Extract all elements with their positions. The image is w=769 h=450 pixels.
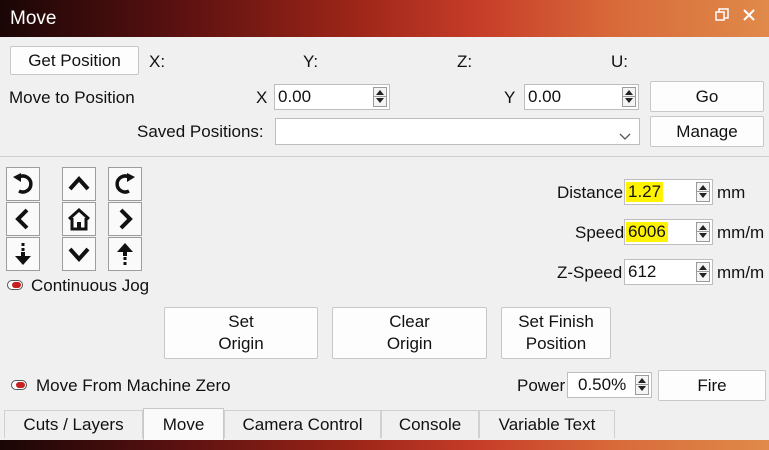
speed-value: 6006: [626, 222, 668, 242]
window-title: Move: [10, 8, 57, 29]
jog-home-button[interactable]: [62, 202, 96, 236]
set-finish-label-line2: Position: [525, 334, 587, 353]
distance-stepper[interactable]: [696, 182, 710, 202]
power-spinbox[interactable]: 0.50%: [567, 372, 652, 398]
go-button[interactable]: Go: [650, 81, 764, 112]
y-readout-label: Y:: [303, 52, 319, 71]
fire-button[interactable]: Fire: [658, 370, 766, 401]
speed-stepper[interactable]: [696, 222, 710, 242]
close-icon[interactable]: [739, 8, 759, 28]
set-origin-label-line1: Set: [228, 312, 254, 331]
move-y-value: 0.00: [528, 87, 562, 106]
move-to-position-label: Move to Position: [9, 88, 135, 107]
x-readout-label: X:: [149, 52, 166, 71]
set-finish-position-button[interactable]: Set Finish Position: [501, 307, 611, 359]
tab-move[interactable]: Move: [143, 408, 224, 440]
jog-right-button[interactable]: [108, 202, 142, 236]
manage-button[interactable]: Manage: [650, 116, 764, 147]
set-finish-label-line1: Set Finish: [518, 312, 594, 331]
get-position-button[interactable]: Get Position: [10, 46, 139, 75]
move-x-value: 0.00: [278, 87, 312, 106]
z-speed-label: Z-Speed: [557, 263, 623, 282]
z-speed-spinbox[interactable]: 612: [624, 259, 713, 285]
clear-origin-label-line1: Clear: [389, 312, 430, 331]
restore-icon[interactable]: [712, 8, 732, 28]
power-stepper[interactable]: [635, 375, 649, 395]
move-y-stepper[interactable]: [622, 87, 636, 107]
bottom-tab-bar: Cuts / Layers Move Camera Control Consol…: [0, 408, 769, 440]
speed-spinbox[interactable]: 6006: [624, 219, 713, 245]
u-readout-label: U:: [611, 52, 628, 71]
section-divider: [0, 156, 769, 157]
tab-console[interactable]: Console: [381, 410, 479, 438]
speed-label: Speed: [575, 223, 625, 242]
z-speed-stepper[interactable]: [696, 262, 710, 282]
z-readout-label: Z:: [457, 52, 473, 71]
set-origin-label-line2: Origin: [218, 334, 264, 353]
chevron-down-icon: [619, 126, 631, 146]
z-speed-unit: mm/m: [717, 263, 765, 282]
saved-positions-label: Saved Positions:: [137, 122, 264, 141]
z-up-button[interactable]: [108, 237, 142, 271]
clear-origin-button[interactable]: Clear Origin: [332, 307, 487, 359]
rotate-ccw-button[interactable]: [6, 167, 40, 201]
z-down-button[interactable]: [6, 237, 40, 271]
saved-positions-dropdown[interactable]: [275, 118, 640, 145]
continuous-jog-toggle[interactable]: [7, 280, 23, 290]
move-x-stepper[interactable]: [373, 87, 387, 107]
move-y-label: Y: [504, 88, 516, 107]
distance-label: Distance: [557, 183, 624, 202]
power-value: 0.50%: [578, 375, 627, 394]
move-x-spinbox[interactable]: 0.00: [274, 84, 390, 110]
distance-spinbox[interactable]: 1.27: [624, 179, 713, 205]
tab-cuts-layers[interactable]: Cuts / Layers: [4, 410, 143, 438]
continuous-jog-label: Continuous Jog: [31, 276, 150, 295]
jog-left-button[interactable]: [6, 202, 40, 236]
move-from-machine-zero-label: Move From Machine Zero: [36, 376, 231, 395]
z-speed-value: 612: [628, 262, 657, 281]
move-x-label: X: [256, 88, 268, 107]
tab-camera-control[interactable]: Camera Control: [224, 410, 381, 438]
set-origin-button[interactable]: Set Origin: [164, 307, 318, 359]
move-from-machine-zero-toggle[interactable]: [11, 380, 27, 390]
jog-down-button[interactable]: [62, 237, 96, 271]
bottom-window-edge: [0, 440, 769, 450]
power-label: Power: [517, 376, 566, 395]
title-bar: Move: [0, 0, 769, 37]
speed-unit: mm/m: [717, 223, 765, 242]
tab-variable-text[interactable]: Variable Text: [479, 410, 615, 438]
jog-up-button[interactable]: [62, 167, 96, 201]
move-y-spinbox[interactable]: 0.00: [524, 84, 639, 110]
rotate-cw-button[interactable]: [108, 167, 142, 201]
clear-origin-label-line2: Origin: [386, 334, 433, 353]
distance-unit: mm: [717, 183, 746, 202]
distance-value: 1.27: [626, 182, 664, 202]
